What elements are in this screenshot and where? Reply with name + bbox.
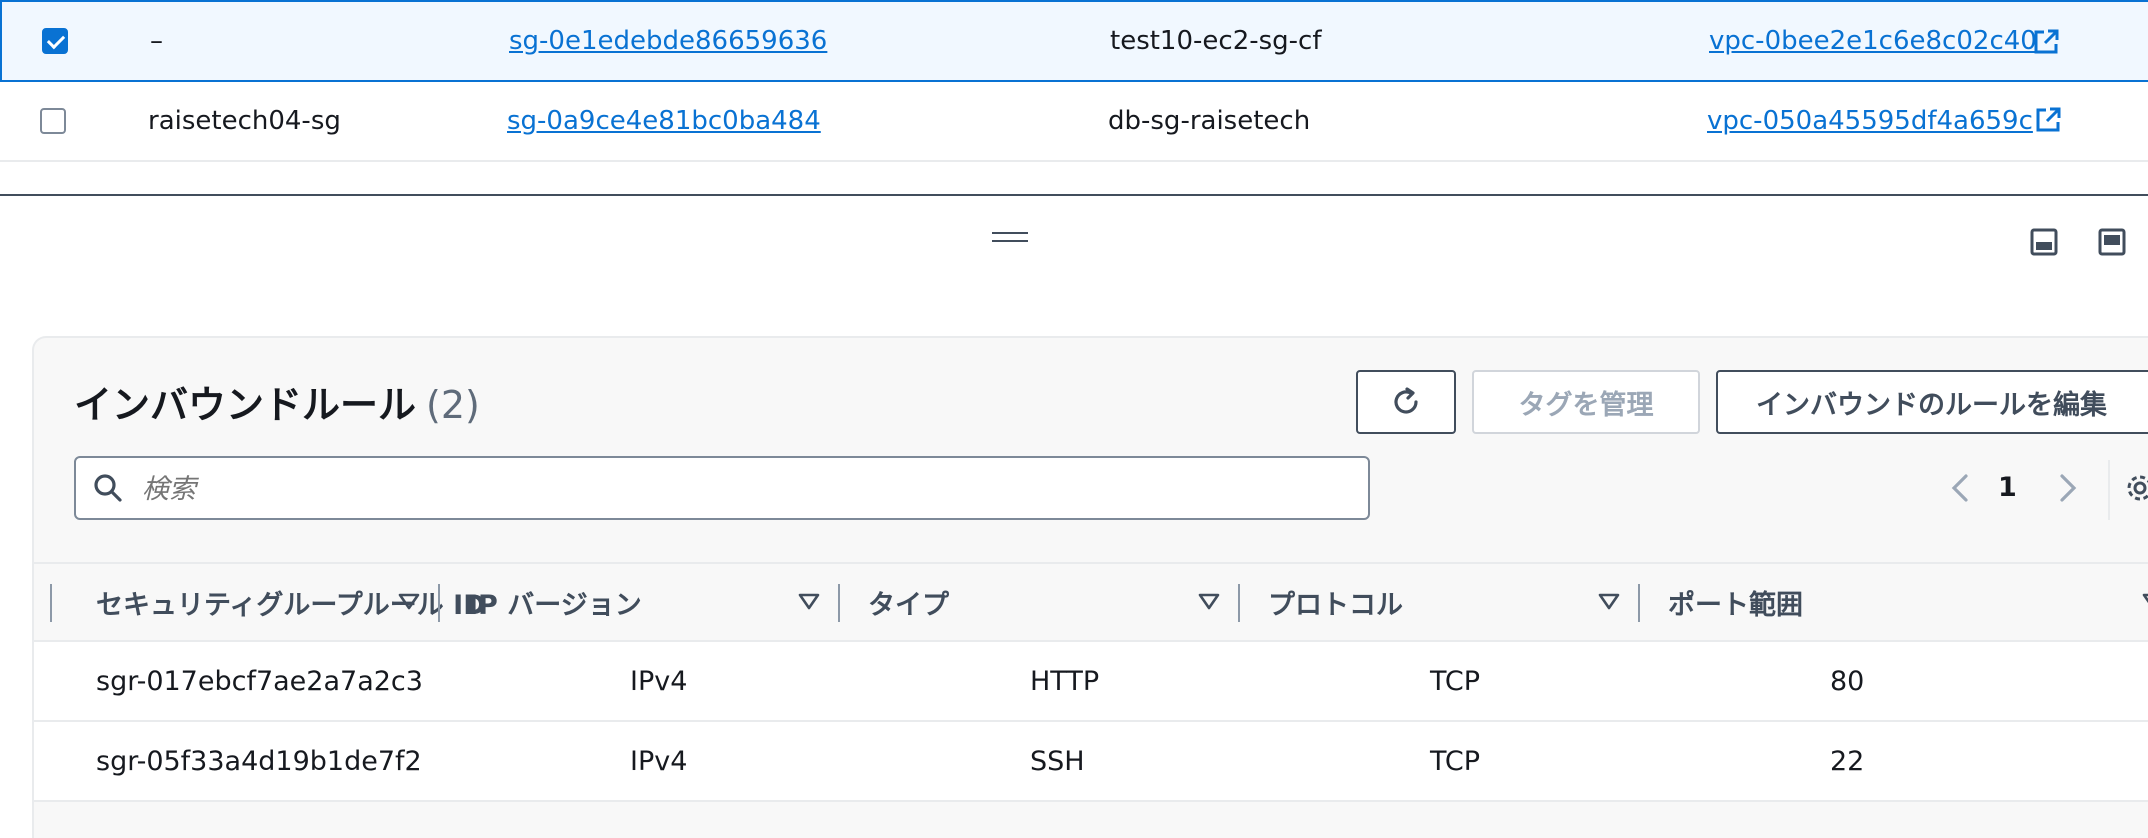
column-header-protocol[interactable]: プロトコル: [1268, 564, 1403, 640]
table-row[interactable]: sgr-017ebcf7ae2a7a2c3 IPv4 HTTP TCP 80: [34, 642, 2148, 722]
search-field[interactable]: [74, 456, 1370, 520]
column-divider[interactable]: [50, 584, 52, 622]
column-header-rule-id[interactable]: セキュリティグループルール ID: [96, 564, 486, 640]
drag-handle-icon[interactable]: [992, 232, 1028, 244]
external-link-icon[interactable]: [2034, 106, 2062, 134]
sg-name: –: [150, 26, 163, 56]
column-divider[interactable]: [1238, 584, 1240, 622]
sort-icon[interactable]: [796, 588, 822, 614]
edit-inbound-rules-button[interactable]: インバウンドのルールを編集: [1716, 370, 2148, 434]
previous-page-icon[interactable]: [1946, 458, 1974, 518]
sort-icon[interactable]: [1196, 588, 1222, 614]
column-divider[interactable]: [838, 584, 840, 622]
table-row[interactable]: raisetech04-sg sg-0a9ce4e81bc0ba484 db-s…: [0, 82, 2148, 162]
pager-divider: [2108, 460, 2110, 520]
table-row[interactable]: – sg-0e1edebde86659636 test10-ec2-sg-cf …: [0, 0, 2148, 82]
sg-name: raisetech04-sg: [148, 106, 341, 136]
column-divider[interactable]: [1638, 584, 1640, 622]
port-range-cell: 80: [1830, 665, 1865, 697]
type-cell: SSH: [1030, 745, 1085, 777]
sg-group-name: db-sg-raisetech: [1108, 106, 1311, 136]
inbound-rules-count: (2): [426, 383, 480, 427]
column-header-type[interactable]: タイプ: [868, 564, 949, 640]
table-header: セキュリティグループルール ID IP バージョン タイプ プロトコル ポート範…: [34, 562, 2148, 642]
ip-version-cell: IPv4: [630, 665, 688, 697]
rule-id-cell: sgr-05f33a4d19b1de7f2: [96, 745, 422, 777]
sort-icon[interactable]: [2140, 588, 2148, 614]
column-header-ip-version[interactable]: IP バージョン: [468, 564, 642, 640]
inbound-rules-title: インバウンドルール: [74, 383, 417, 427]
table-bottom-divider: [0, 162, 2148, 196]
sg-id-link[interactable]: sg-0a9ce4e81bc0ba484: [507, 106, 821, 136]
external-link-icon[interactable]: [2032, 28, 2060, 56]
sort-icon[interactable]: [1596, 588, 1622, 614]
next-page-icon[interactable]: [2054, 458, 2082, 518]
search-input[interactable]: [140, 468, 1344, 510]
row-checkbox[interactable]: [42, 28, 68, 54]
column-divider[interactable]: [438, 584, 440, 622]
port-range-cell: 22: [1830, 745, 1865, 777]
security-group-table: – sg-0e1edebde86659636 test10-ec2-sg-cf …: [0, 0, 2148, 196]
row-checkbox[interactable]: [40, 108, 66, 134]
page-number[interactable]: 1: [1998, 472, 2017, 503]
panel-bottom-icon[interactable]: [2030, 228, 2058, 256]
type-cell: HTTP: [1030, 665, 1100, 697]
gear-icon[interactable]: [2124, 472, 2148, 504]
ip-version-cell: IPv4: [630, 745, 688, 777]
inbound-rules-container: インバウンドルール(2) タグを管理 インバウンドのルールを編集 1: [32, 336, 2148, 838]
table-row[interactable]: sgr-05f33a4d19b1de7f2 IPv4 SSH TCP 22: [34, 722, 2148, 802]
refresh-icon: [1394, 387, 1418, 414]
protocol-cell: TCP: [1430, 665, 1481, 697]
search-icon: [94, 474, 122, 502]
panel-side-icon[interactable]: [2098, 228, 2126, 256]
inbound-rules-header: インバウンドルール (2): [74, 374, 480, 429]
manage-tags-button[interactable]: タグを管理: [1472, 370, 1700, 434]
sg-id-link[interactable]: sg-0e1edebde86659636: [509, 26, 827, 56]
sg-group-name: test10-ec2-sg-cf: [1110, 26, 1322, 56]
column-header-port-range[interactable]: ポート範囲: [1668, 564, 1803, 640]
split-panel: インバウンドルール(2) タグを管理 インバウンドのルールを編集 1: [0, 196, 2148, 838]
protocol-cell: TCP: [1430, 745, 1481, 777]
refresh-button[interactable]: [1356, 370, 1456, 434]
vpc-id-link[interactable]: vpc-050a45595df4a659c: [1707, 106, 2033, 136]
vpc-id-link[interactable]: vpc-0bee2e1c6e8c02c40: [1709, 26, 2037, 56]
sort-icon[interactable]: [396, 588, 422, 614]
rule-id-cell: sgr-017ebcf7ae2a7a2c3: [96, 665, 423, 697]
